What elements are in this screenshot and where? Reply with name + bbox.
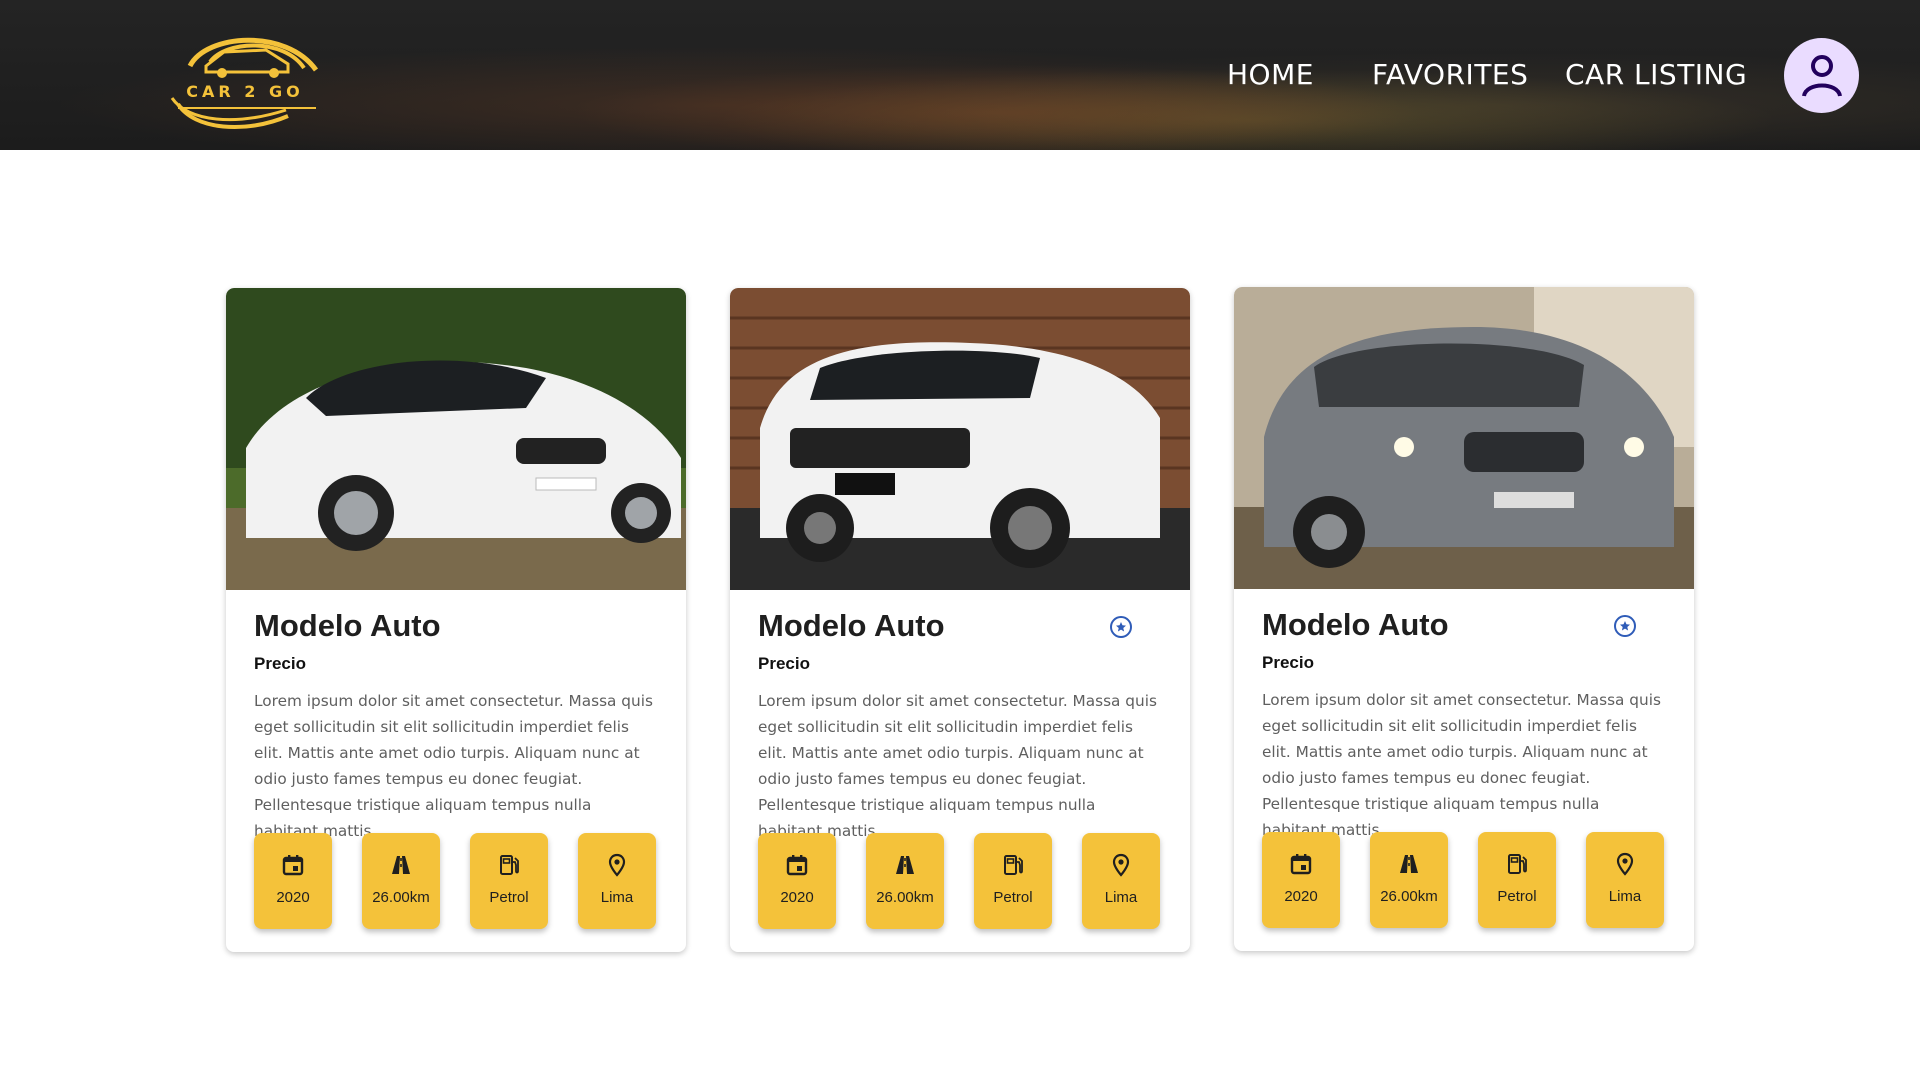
road-icon <box>392 856 410 874</box>
car-price-label: Precio <box>254 654 306 673</box>
car-card[interactable]: Modelo Auto Precio Lorem ipsum dolor sit… <box>730 288 1190 952</box>
spec-label: Lima <box>1104 889 1138 906</box>
car-price-label: Precio <box>758 654 810 673</box>
spec-mileage: 26.00km <box>362 833 440 929</box>
calendar-icon <box>1290 854 1312 875</box>
car-description: Lorem ipsum dolor sit amet consectetur. … <box>1262 691 1661 839</box>
spec-year: 2020 <box>254 833 332 929</box>
fuel-icon <box>500 855 519 875</box>
spec-label: 2020 <box>1284 888 1318 905</box>
spec-label: Lima <box>1608 888 1642 905</box>
spec-year: 2020 <box>758 833 836 929</box>
nav-car-listing[interactable]: CAR LISTING <box>1565 58 1747 91</box>
spec-label: 2020 <box>276 889 310 906</box>
spec-label: 26.00km <box>372 889 430 906</box>
nav-favorites[interactable]: FAVORITES <box>1372 58 1528 91</box>
spec-location: Lima <box>578 833 656 929</box>
fuel-icon <box>1508 854 1527 874</box>
car-title: Modelo Auto <box>254 608 441 643</box>
car-title: Modelo Auto <box>758 608 945 643</box>
car-photo <box>1234 287 1694 589</box>
location-icon <box>1112 853 1130 877</box>
car-photo <box>730 288 1190 590</box>
brand-logo[interactable]: CAR 2 GO <box>166 26 326 134</box>
spec-mileage: 26.00km <box>866 833 944 929</box>
grey-suv-image <box>1234 287 1694 589</box>
car-price-label: Precio <box>1262 653 1314 672</box>
car-title: Modelo Auto <box>1262 607 1449 642</box>
calendar-icon <box>282 855 304 876</box>
spec-label: Lima <box>600 889 634 906</box>
road-icon <box>896 856 914 874</box>
spec-label: 26.00km <box>876 889 934 906</box>
spec-label: Petrol <box>993 889 1033 906</box>
spec-fuel: Petrol <box>1478 832 1556 928</box>
spec-year: 2020 <box>1262 832 1340 928</box>
car-description: Lorem ipsum dolor sit amet consectetur. … <box>254 692 653 840</box>
site-header: CAR 2 GO HOME FAVORITES CAR LISTING <box>0 0 1920 150</box>
location-icon <box>1616 852 1634 876</box>
user-icon <box>1801 54 1842 97</box>
spec-mileage: 26.00km <box>1370 832 1448 928</box>
car-photo <box>226 288 686 590</box>
star-glyph <box>1620 621 1630 631</box>
user-avatar[interactable] <box>1784 38 1859 113</box>
car-swoosh-logo-icon <box>170 37 319 130</box>
spec-label: Petrol <box>489 889 529 906</box>
white-sedan-image <box>226 288 686 590</box>
spec-label: 26.00km <box>1380 888 1438 905</box>
favorite-star-icon[interactable] <box>1614 615 1636 637</box>
calendar-icon <box>786 855 808 876</box>
car-card[interactable]: Modelo Auto Precio Lorem ipsum dolor sit… <box>226 288 686 952</box>
spec-location: Lima <box>1586 832 1664 928</box>
nav-home[interactable]: HOME <box>1227 58 1314 91</box>
star-glyph <box>1116 622 1126 632</box>
spec-fuel: Petrol <box>974 833 1052 929</box>
location-icon <box>608 853 626 877</box>
favorite-star-icon[interactable] <box>1110 616 1132 638</box>
white-suv-image <box>730 288 1190 590</box>
spec-label: 2020 <box>780 889 814 906</box>
fuel-icon <box>1004 855 1023 875</box>
car-card[interactable]: Modelo Auto Precio Lorem ipsum dolor sit… <box>1234 287 1694 951</box>
car-description: Lorem ipsum dolor sit amet consectetur. … <box>758 692 1157 840</box>
brand-name: CAR 2 GO <box>186 82 304 101</box>
spec-fuel: Petrol <box>470 833 548 929</box>
spec-location: Lima <box>1082 833 1160 929</box>
spec-label: Petrol <box>1497 888 1537 905</box>
road-icon <box>1400 855 1418 873</box>
